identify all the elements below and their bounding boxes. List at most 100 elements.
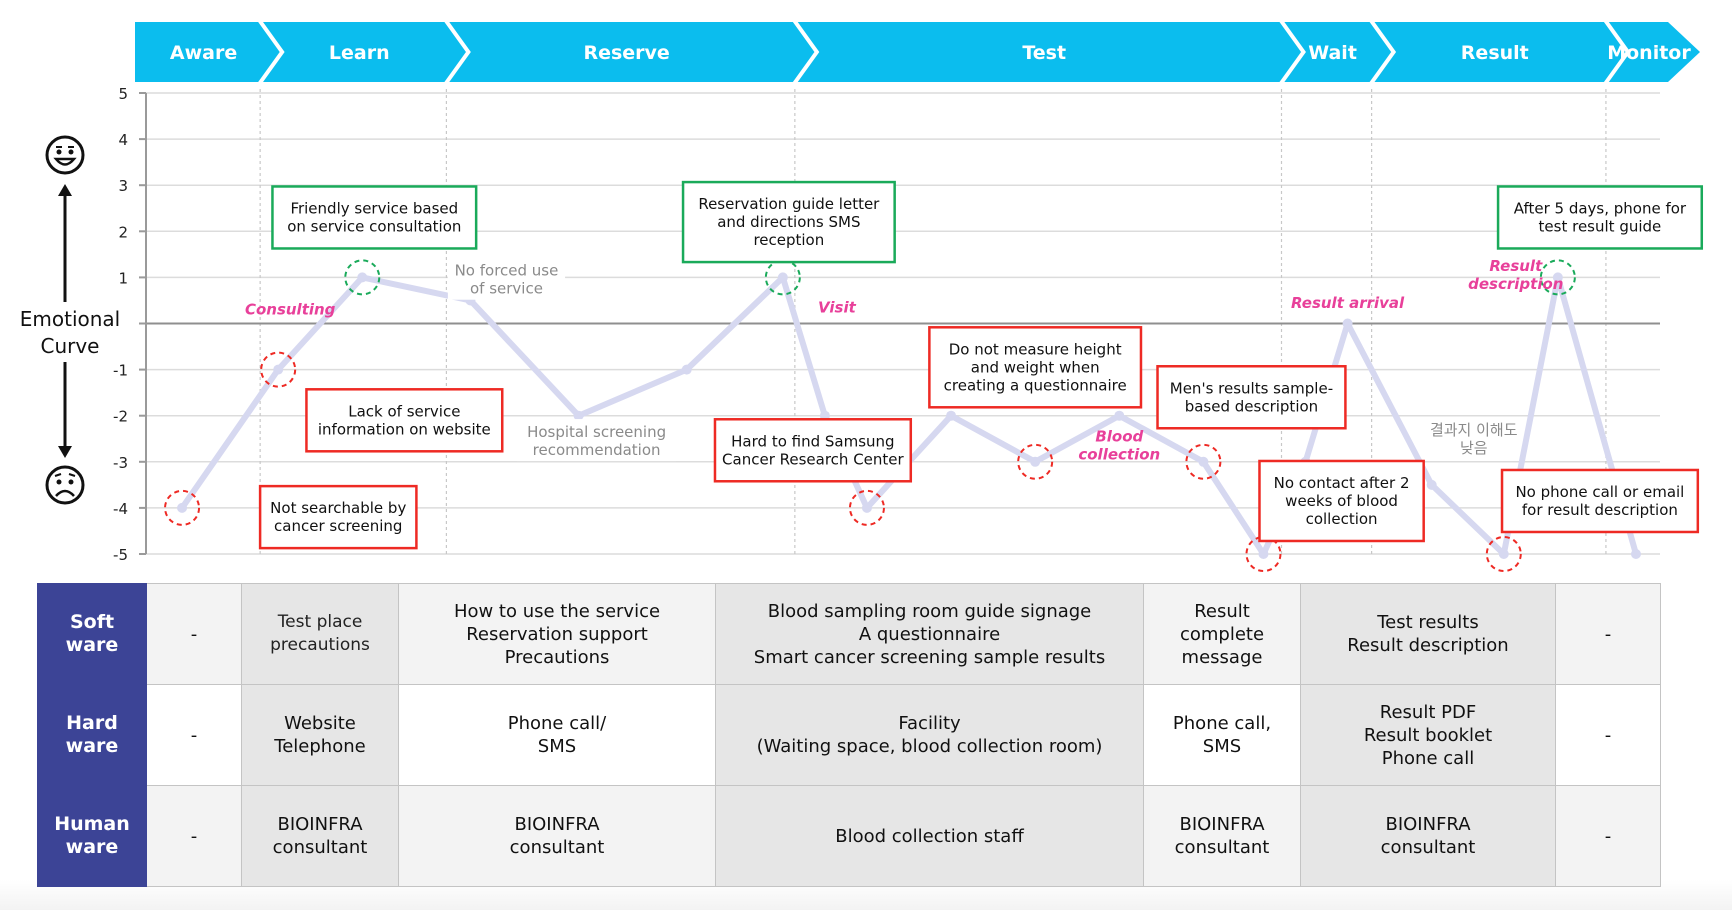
sad-face-icon xyxy=(45,465,85,505)
annotation-text: Lack of service xyxy=(348,402,460,420)
emotion-point xyxy=(1198,456,1209,467)
table-cell-reserve: How to use the service Reservation suppo… xyxy=(398,583,716,685)
annotation-text: for result description xyxy=(1522,501,1678,519)
emotion-point xyxy=(1258,549,1269,559)
annotation-text: information on website xyxy=(318,420,491,438)
emotion-point xyxy=(1342,318,1353,329)
table-cell-aware: - xyxy=(146,785,242,887)
table-cell-aware: - xyxy=(146,684,242,786)
y-tick-label: -3 xyxy=(113,454,128,472)
stage-bar: Aware Learn Reserve Test Wait Result Monitor xyxy=(135,18,1700,86)
negative-annotation-box: Not searchable bycancer screening xyxy=(258,484,418,550)
side-label-line2: Curve xyxy=(40,334,99,358)
chart-annotations: Friendly service basedon service consult… xyxy=(245,180,1704,550)
annotation-text: Do not measure height xyxy=(949,340,1122,358)
table-cell-learn: Website Telephone xyxy=(241,684,399,786)
table-cell-aware: - xyxy=(146,583,242,685)
y-tick-label: -5 xyxy=(113,546,128,564)
emotion-point xyxy=(1030,456,1041,467)
y-tick-label: -4 xyxy=(113,500,128,518)
table-cell-monitor: - xyxy=(1555,785,1661,887)
annotation-text: on service consultation xyxy=(287,217,461,235)
gray-note-text: Hospital screening xyxy=(527,423,666,441)
table-cell-wait: Phone call, SMS xyxy=(1143,684,1301,786)
table-cell-monitor: - xyxy=(1555,583,1661,685)
annotation-text: and directions SMS xyxy=(717,213,860,231)
annotation-text: Not searchable by xyxy=(270,499,406,517)
side-emotional-axis: Emotional Curve xyxy=(20,135,120,505)
gray-note-text: of service xyxy=(470,280,543,298)
stage-reserve: Reserve xyxy=(583,42,669,64)
negative-annotation-box: Lack of serviceinformation on website xyxy=(305,388,504,453)
table-cell-learn: Test place precautions xyxy=(241,583,399,685)
up-arrow-icon xyxy=(58,184,72,196)
gray-note-text: recommendation xyxy=(533,441,661,459)
moment-label: Resultdescription xyxy=(1468,257,1563,293)
annotation-text: Friendly service based xyxy=(290,199,458,217)
emotion-point xyxy=(357,272,368,283)
annotation-text: weeks of blood xyxy=(1285,492,1398,510)
annotation-text: test result guide xyxy=(1539,217,1662,235)
row-header-humanware: Human ware xyxy=(37,785,147,887)
moment-label: Visit xyxy=(818,298,857,316)
journey-chart: Aware Learn Reserve Test Wait Result Monitor 5… xyxy=(20,18,1704,572)
annotation-text: Reservation guide letter xyxy=(698,195,880,213)
moment-label-text: Consulting xyxy=(245,301,336,319)
row-header-hardware: Hard ware xyxy=(37,684,147,786)
negative-annotation-box: No phone call or emailfor result descrip… xyxy=(1500,468,1700,534)
stage-aware: Aware xyxy=(170,42,237,64)
table-cell-test: Blood sampling room guide signage A ques… xyxy=(715,583,1144,685)
gray-note: No forced useof service xyxy=(447,257,566,300)
table-cell-test: Blood collection staff xyxy=(715,785,1144,887)
y-tick-label: 4 xyxy=(118,131,128,149)
emotion-point xyxy=(777,272,788,283)
table-row-software: Soft ware - Test place precautions How to u… xyxy=(37,583,1661,685)
annotation-text: No phone call or email xyxy=(1515,483,1684,501)
gray-note: 결과지 이해도낮음 xyxy=(1430,416,1518,459)
annotation-text: cancer screening xyxy=(274,517,402,535)
moment-label-text: description xyxy=(1468,275,1563,293)
annotation-text: Hard to find Samsung xyxy=(731,432,894,450)
table-cell-result: Result PDF Result booklet Phone call xyxy=(1300,684,1556,786)
stage-test: Test xyxy=(1022,42,1066,64)
negative-annotation-box: Men's results sample-based description xyxy=(1156,365,1347,430)
y-tick-label: 3 xyxy=(118,177,128,195)
positive-annotation-box: Friendly service basedon service consult… xyxy=(271,185,478,250)
y-tick-label: 5 xyxy=(118,85,128,103)
y-tick-label: -1 xyxy=(113,362,128,380)
y-tick-label: 1 xyxy=(118,269,128,287)
y-tick-label: -2 xyxy=(113,408,128,426)
moment-label-text: collection xyxy=(1078,446,1160,464)
customer-journey-map: Aware Learn Reserve Test Wait Result Monitor 5… xyxy=(0,0,1732,910)
gray-note-text: 결과지 이해도 xyxy=(1430,421,1518,439)
emotion-point xyxy=(177,502,188,513)
stage-monitor: Monitor xyxy=(1607,42,1691,64)
table-cell-learn: BIOINFRA consultant xyxy=(241,785,399,887)
happy-face-icon xyxy=(45,135,85,175)
table-cell-result: Test results Result description xyxy=(1300,583,1556,685)
moment-label: Consulting xyxy=(245,301,336,319)
emotion-point xyxy=(681,364,692,375)
positive-annotation-box: After 5 days, phone fortest result guide xyxy=(1496,185,1704,250)
table-row-hardware: Hard ware - Website Telephone Phone call/ S… xyxy=(37,684,1661,786)
annotation-text: collection xyxy=(1306,510,1378,528)
table-cell-monitor: - xyxy=(1555,684,1661,786)
negative-annotation-box: No contact after 2weeks of bloodcollecti… xyxy=(1258,459,1425,543)
table-cell-wait: Result complete message xyxy=(1143,583,1301,685)
down-arrow-icon xyxy=(58,446,72,458)
emotion-point xyxy=(1426,479,1437,490)
moment-label-text: Blood xyxy=(1095,428,1143,446)
emotion-point xyxy=(861,502,872,513)
annotation-text: Cancer Research Center xyxy=(722,450,904,468)
table-cell-reserve: BIOINFRA consultant xyxy=(398,785,716,887)
annotation-text: and weight when xyxy=(971,358,1100,376)
positive-annotation-box: Reservation guide letterand directions S… xyxy=(681,180,896,264)
annotation-text: After 5 days, phone for xyxy=(1514,199,1687,217)
annotation-text: based description xyxy=(1185,397,1318,415)
negative-annotation-box: Hard to find SamsungCancer Research Cent… xyxy=(713,418,913,483)
y-tick-label: 2 xyxy=(118,223,128,241)
gray-note: Hospital screeningrecommendation xyxy=(516,419,677,462)
annotation-text: creating a questionnaire xyxy=(944,376,1127,394)
annotation-text: No contact after 2 xyxy=(1274,474,1410,492)
negative-annotation-box: Do not measure heightand weight whencrea… xyxy=(928,326,1143,409)
